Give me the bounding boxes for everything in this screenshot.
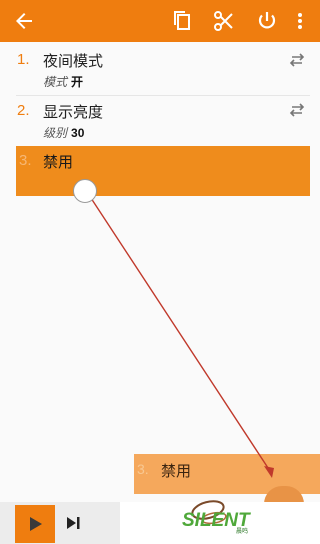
watermark-small-text: 晨鸣	[236, 527, 248, 535]
drag-gesture-arrow	[86, 191, 274, 478]
touch-cursor	[73, 179, 97, 203]
watermark-logo: SILENT 晨鸣	[180, 496, 310, 536]
play-button[interactable]	[15, 505, 55, 543]
skip-next-icon[interactable]	[62, 513, 84, 533]
